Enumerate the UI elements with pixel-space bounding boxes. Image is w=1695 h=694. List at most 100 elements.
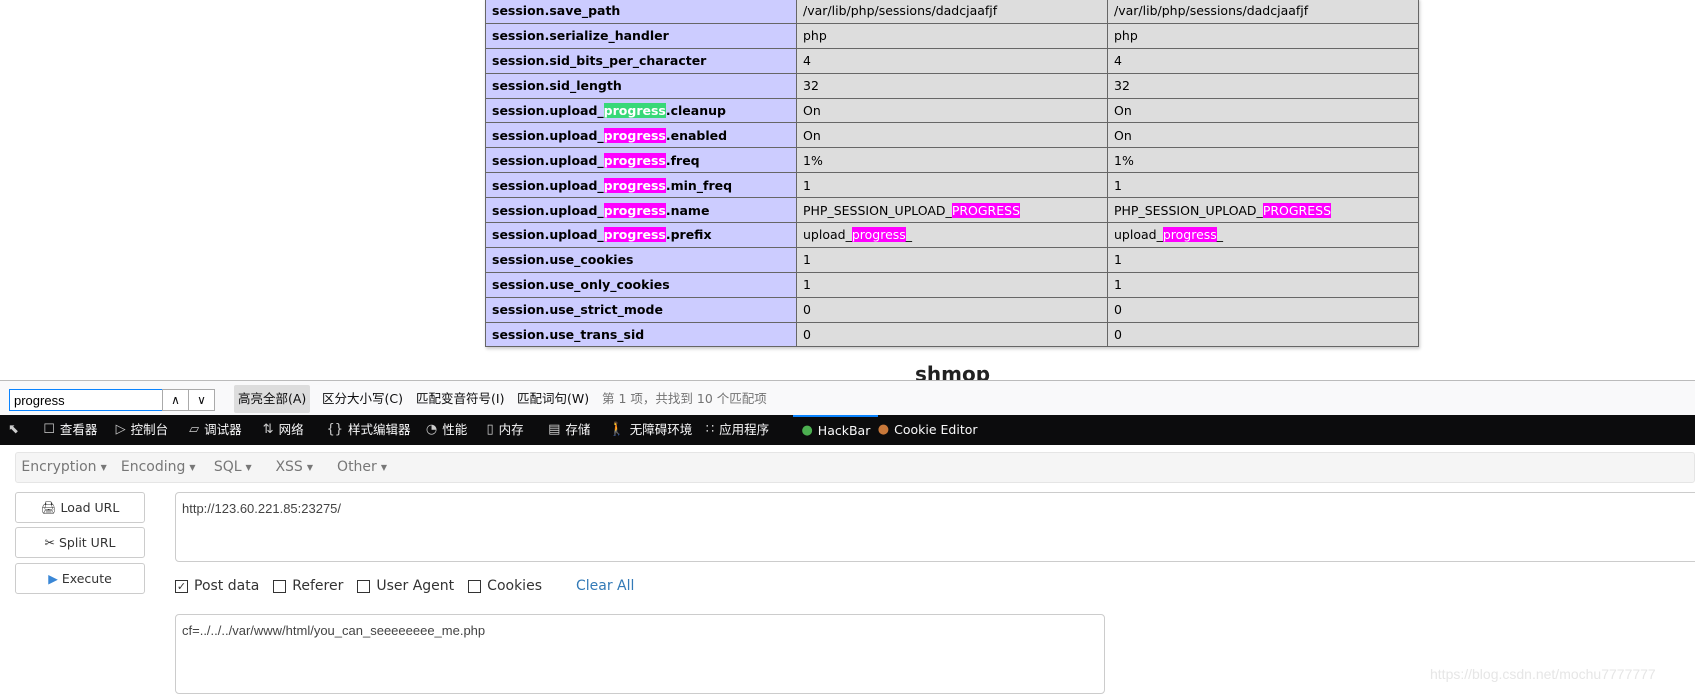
find-input[interactable] (9, 389, 175, 411)
master-value: 0 (1107, 296, 1419, 323)
master-value: 32 (1107, 72, 1419, 99)
devtools-tab-hackbar[interactable]: ● HackBar (793, 415, 879, 445)
text-segment: session.upload_ (492, 227, 604, 243)
devtools-tab-应用程序[interactable]: ∷ 应用程序 (706, 415, 769, 445)
post-data-input[interactable]: cf=../../../var/www/html/you_can_seeeeee… (175, 614, 1105, 694)
text-segment: 1 (803, 177, 811, 193)
devtools-tab-内存[interactable]: ▯ 内存 (486, 415, 523, 445)
menu-encryption[interactable]: Encryption ▼ (21, 459, 106, 475)
local-value: 1 (796, 271, 1108, 298)
local-value: 1% (796, 147, 1108, 174)
whole-words-toggle[interactable]: 匹配词句(W) (513, 385, 593, 413)
menu-xss[interactable]: XSS ▼ (275, 459, 313, 475)
request-options: ✓ Post data Referer User Agent Cookies Clear … (175, 578, 634, 594)
option-referer[interactable]: Referer (273, 578, 343, 594)
devtools-tab-cookie-editor[interactable]: ● Cookie Editor (878, 415, 978, 445)
menu-other[interactable]: Other ▼ (337, 459, 387, 475)
checkbox[interactable] (273, 579, 287, 593)
match-case-toggle[interactable]: 区分大小写(C) (318, 385, 407, 413)
table-row: session.upload_progress.enabled On On (485, 122, 1419, 149)
console-icon: ▷ (115, 422, 126, 437)
text-segment: 1 (1114, 177, 1122, 193)
text-segment: /var/lib/php/sessions/dadcjaafjf (1114, 3, 1309, 19)
devtools-tab-存储[interactable]: ▤ 存储 (548, 415, 590, 445)
table-row: session.upload_progress.prefix upload_pro… (485, 222, 1419, 248)
master-value: 0 (1107, 321, 1419, 348)
setting-name: session.upload_progress.min_freq (485, 172, 797, 199)
highlight-all-toggle[interactable]: 高亮全部(A) (234, 385, 311, 413)
devtools-tab-无障碍环境[interactable]: 🚶 无障碍环境 (609, 415, 693, 445)
setting-name: session.upload_progress.freq (485, 147, 797, 174)
devtools-tab-调试器[interactable]: ▱ 调试器 (189, 415, 242, 445)
clear-all-link[interactable]: Clear All (576, 578, 634, 594)
devtools-tab-网络[interactable]: ⇅ 网络 (263, 415, 304, 445)
table-row: session.use_strict_mode 0 0 (485, 296, 1419, 323)
text-segment: session.use_cookies (492, 252, 634, 268)
text-segment: 1 (803, 277, 811, 293)
inspector-icon: ☐ (43, 422, 55, 437)
table-row: session.use_cookies 1 1 (485, 246, 1419, 273)
find-next-button[interactable]: ∨ (188, 389, 215, 411)
text-segment: 4 (1114, 53, 1122, 69)
text-segment: PHP_SESSION_UPLOAD_ (803, 202, 952, 218)
option-cookies[interactable]: Cookies (468, 578, 542, 594)
text-segment: session.use_strict_mode (492, 302, 663, 318)
text-segment: On (1114, 127, 1132, 143)
search-highlight: progress (603, 177, 666, 193)
element-picker-icon[interactable]: ⬉ (8, 415, 19, 445)
load-url-button[interactable]: 🖨 Load URL (15, 492, 145, 523)
devtools-tab-控制台[interactable]: ▷ 控制台 (116, 415, 169, 445)
devtools-tab-性能[interactable]: ◔ 性能 (426, 415, 467, 445)
find-previous-button[interactable]: ∧ (162, 389, 189, 411)
cookie-icon: ● (877, 422, 890, 437)
text-segment: 1 (1114, 252, 1122, 268)
master-value: /var/lib/php/sessions/dadcjaafjf (1107, 0, 1419, 24)
text-segment: session.use_trans_sid (492, 327, 645, 343)
text-segment: /var/lib/php/sessions/dadcjaafjf (803, 3, 998, 19)
setting-name: session.serialize_handler (485, 22, 797, 49)
caret-down-icon: ▼ (189, 462, 196, 472)
checkbox[interactable] (468, 579, 482, 593)
search-highlight: progress (603, 152, 666, 168)
text-segment: 0 (803, 327, 811, 343)
setting-name: session.upload_progress.enabled (485, 122, 797, 149)
search-highlight: PROGRESS (951, 202, 1021, 218)
menu-encoding[interactable]: Encoding ▼ (121, 459, 196, 475)
text-segment: 32 (1114, 78, 1130, 94)
url-input[interactable]: http://123.60.221.85:23275/ (175, 492, 1695, 562)
checkbox[interactable]: ✓ (175, 579, 188, 593)
text-segment: 0 (1114, 302, 1122, 318)
text-segment: 4 (803, 53, 811, 69)
local-value: 0 (796, 296, 1108, 323)
match-diacritics-toggle[interactable]: 匹配变音符号(I) (412, 385, 508, 413)
setting-name: session.use_strict_mode (485, 296, 797, 323)
setting-name: session.save_path (485, 0, 797, 24)
php-ini-table: session.save_path/var/lib/php/sessions/d… (485, 0, 1419, 348)
split-url-button[interactable]: ✂ Split URL (15, 527, 145, 558)
master-value: On (1107, 97, 1419, 124)
devtools-tab-查看器[interactable]: ☐ 查看器 (43, 415, 97, 445)
network-icon: ⇅ (262, 422, 274, 437)
menu-sql[interactable]: SQL ▼ (214, 459, 252, 475)
master-value: 4 (1107, 47, 1419, 74)
master-value: 1 (1107, 172, 1419, 199)
checkbox[interactable] (357, 579, 371, 593)
text-segment: 1% (803, 152, 823, 168)
devtools-tab-样式编辑器[interactable]: {} 样式编辑器 (326, 415, 410, 445)
setting-name: session.use_trans_sid (485, 321, 797, 348)
text-segment: session.upload_ (492, 202, 604, 218)
text-segment: session.upload_ (492, 177, 604, 193)
setting-name: session.upload_progress.name (485, 197, 797, 224)
accessibility-icon: 🚶 (608, 422, 625, 437)
table-row: session.sid_length 32 32 (485, 72, 1419, 99)
master-value: On (1107, 122, 1419, 149)
style-editor-icon: {} (326, 422, 343, 437)
text-segment: upload_ (803, 227, 852, 243)
text-segment: session.serialize_handler (492, 28, 669, 44)
option-user-agent[interactable]: User Agent (357, 578, 454, 594)
option-post-data[interactable]: ✓ Post data (175, 578, 259, 594)
table-row: session.use_trans_sid 0 0 (485, 321, 1419, 348)
storage-icon: ▤ (548, 422, 561, 437)
setting-name: session.use_only_cookies (485, 271, 797, 298)
execute-button[interactable]: ▶ Execute (15, 563, 145, 594)
